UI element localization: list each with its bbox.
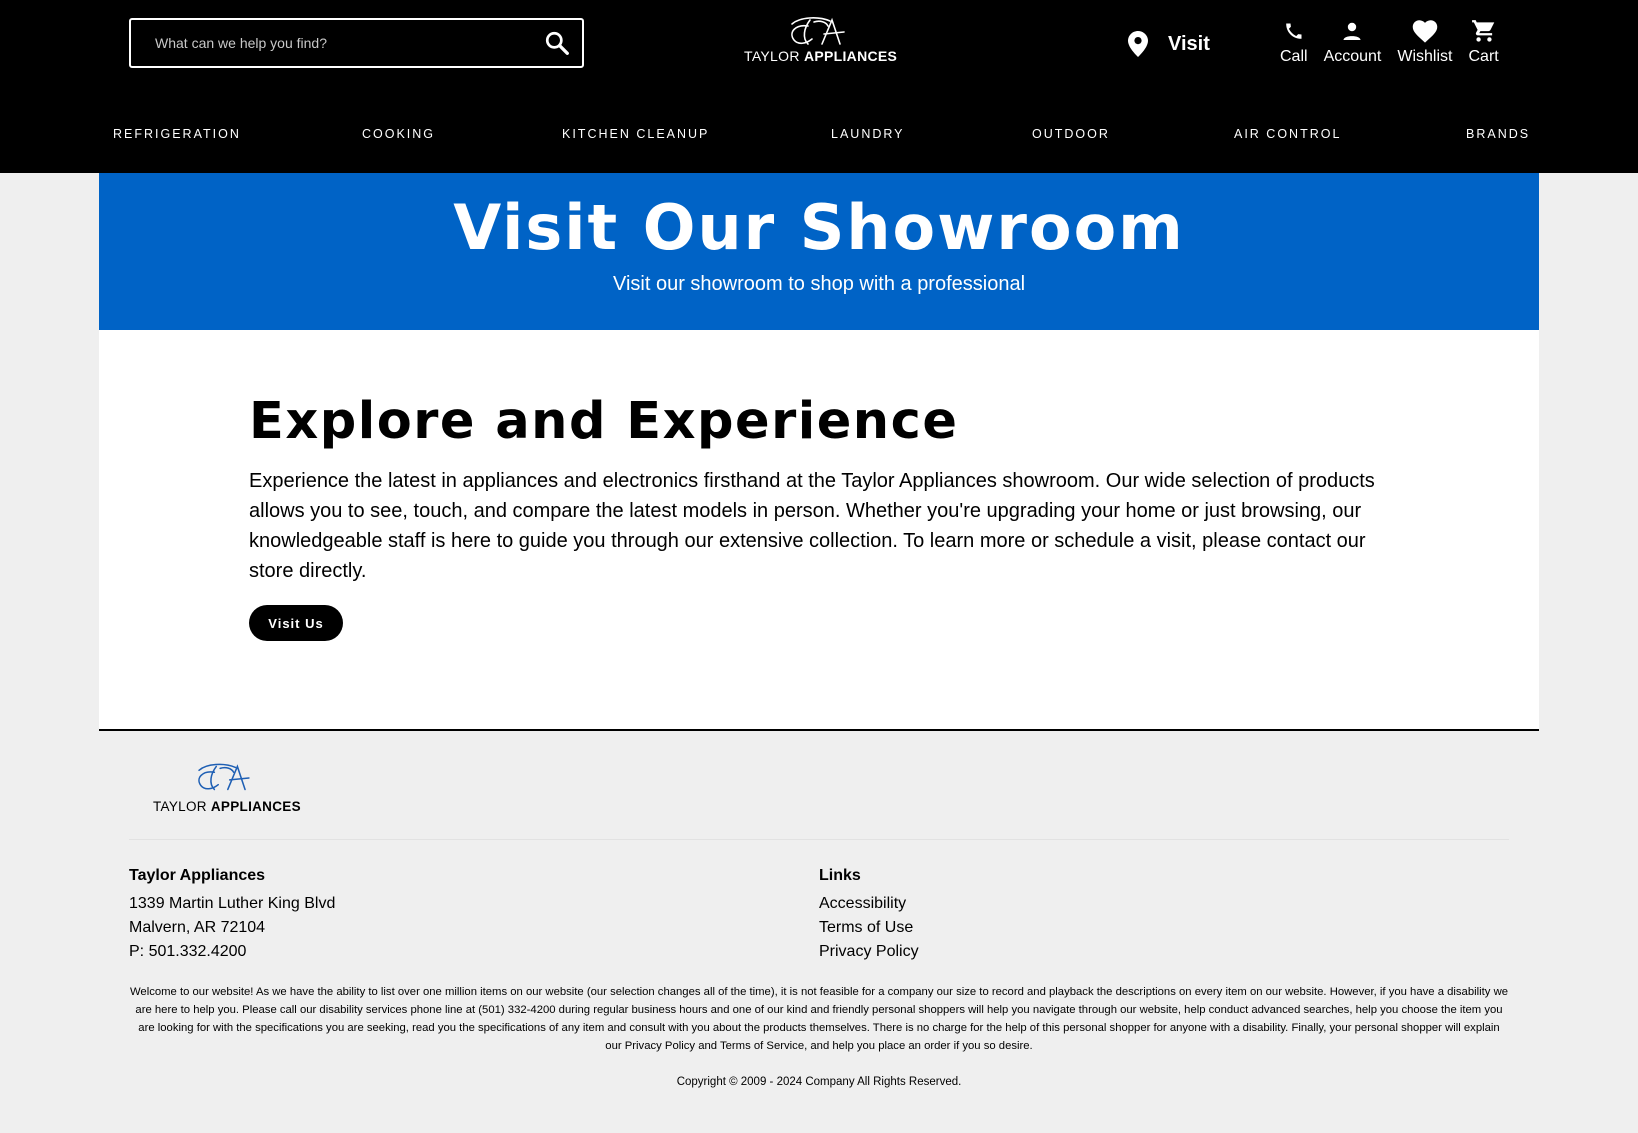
hero-subtitle: Visit our showroom to shop with a profes… [612,273,1026,295]
header-tools: Call Account Wishlist Cart [1280,18,1515,66]
wishlist-button[interactable]: Wishlist [1397,18,1452,66]
nav-item-air-control[interactable]: AIR CONTROL [1234,127,1341,141]
visit-link[interactable]: Visit [1128,24,1210,64]
hero-banner: Visit Our Showroom Visit our showroom to… [99,173,1539,330]
account-button[interactable]: Account [1323,18,1382,66]
footer-divider [129,839,1509,840]
wishlist-label: Wishlist [1397,48,1453,65]
nav-item-kitchen-cleanup[interactable]: KITCHEN CLEANUP [562,127,709,141]
site-logo[interactable]: TAYLOR APPLIANCES [744,14,898,70]
section-heading: Explore and Experience [249,392,959,451]
phone-icon [1285,23,1302,39]
logo-monogram-icon [791,17,845,45]
footer-link-accessibility[interactable]: Accessibility [819,892,919,916]
cart-button[interactable]: Cart [1468,18,1499,66]
search-icon[interactable] [532,20,582,66]
site-header: TAYLOR APPLIANCES Visit Call Account Wis… [0,0,1638,173]
cart-label: Cart [1468,48,1499,65]
visit-label: Visit [1168,32,1210,55]
footer-links: Links Accessibility Terms of Use Privacy… [819,864,919,964]
logo-monogram-icon [198,763,250,791]
nav-item-refrigeration[interactable]: REFRIGERATION [113,127,241,141]
footer-store-info: Taylor Appliances 1339 Martin Luther Kin… [129,864,335,964]
store-address-line1: 1339 Martin Luther King Blvd [129,895,336,912]
main-content: Explore and Experience Experience the la… [99,330,1539,731]
section-body: Experience the latest in appliances and … [249,470,1375,582]
cart-icon [1471,20,1494,42]
heart-icon [1412,20,1438,43]
main-nav: REFRIGERATION COOKING KITCHEN CLEANUP LA… [0,121,1638,149]
logo-wordmark: TAYLOR APPLIANCES [744,48,898,64]
footer-links-heading: Links [819,867,861,884]
user-icon [1343,22,1361,40]
copyright: Copyright © 2009 - 2024 Company All Righ… [676,1076,962,1088]
nav-item-brands[interactable]: BRANDS [1466,127,1530,141]
nav-item-cooking[interactable]: COOKING [362,127,435,141]
search-bar [129,18,584,68]
footer-logo-wordmark: TAYLOR APPLIANCES [153,799,301,814]
account-label: Account [1323,48,1382,65]
visit-us-button[interactable]: Visit Us [249,605,343,641]
disclaimer-terms-of-service-link[interactable]: Terms of Service [720,1040,804,1052]
store-phone: P: 501.332.4200 [129,943,247,960]
accessibility-disclaimer: Welcome to our website! As we have the a… [129,986,1509,1052]
search-input[interactable] [131,20,532,66]
call-button[interactable]: Call [1280,18,1308,66]
footer-logo[interactable]: TAYLOR APPLIANCES [153,760,301,814]
footer-link-privacy-policy[interactable]: Privacy Policy [819,940,919,964]
nav-item-laundry[interactable]: LAUNDRY [831,127,905,141]
footer-link-terms-of-use[interactable]: Terms of Use [819,916,919,940]
store-address-line2: Malvern, AR 72104 [129,919,266,936]
hero-title: Visit Our Showroom [453,191,1185,264]
call-label: Call [1280,48,1308,65]
store-name: Taylor Appliances [129,867,266,884]
disclaimer-privacy-policy-link[interactable]: Privacy Policy [625,1040,695,1052]
location-pin-icon [1128,31,1148,57]
nav-item-outdoor[interactable]: OUTDOOR [1032,127,1110,141]
